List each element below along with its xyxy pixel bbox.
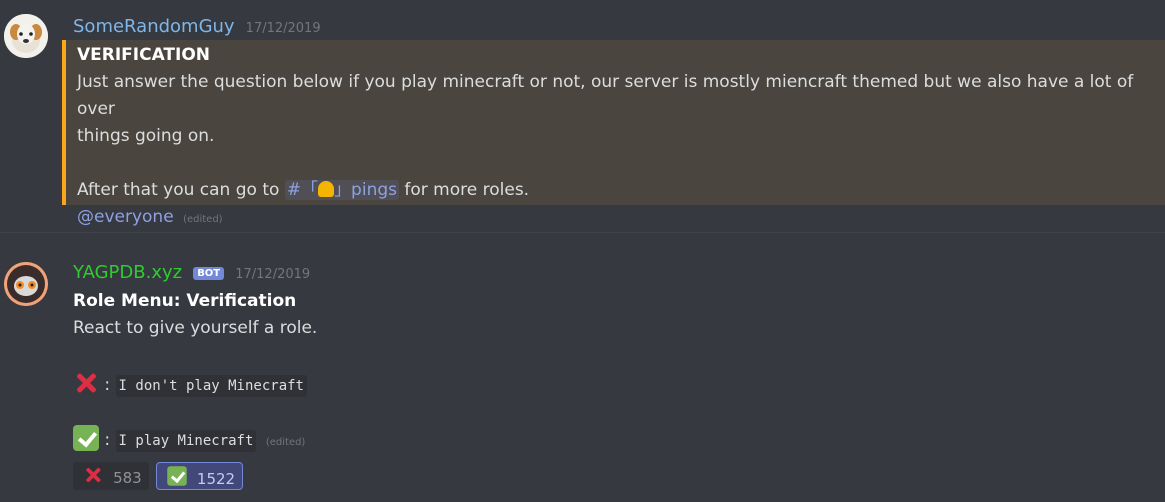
channel-link-pings[interactable]: #「 」pings bbox=[284, 180, 399, 200]
channel-prefix: #「 bbox=[286, 180, 319, 200]
role-label: I play Minecraft bbox=[115, 430, 257, 452]
message-title: VERIFICATION bbox=[77, 45, 211, 65]
reaction-check[interactable]: 1522 bbox=[155, 462, 244, 490]
message-line: things going on. bbox=[77, 126, 215, 146]
mention-highlight: VERIFICATION Just answer the question be… bbox=[62, 40, 1165, 227]
check-mark-icon bbox=[167, 466, 187, 486]
message-content: Role Menu: Verification React to give yo… bbox=[73, 288, 317, 452]
avatar[interactable] bbox=[4, 262, 48, 306]
dog-avatar-icon bbox=[4, 14, 48, 58]
everyone-mention[interactable]: @everyone bbox=[77, 207, 174, 227]
edited-label: (edited) bbox=[265, 437, 306, 448]
message-text: for more roles. bbox=[404, 180, 530, 200]
username[interactable]: SomeRandomGuy bbox=[73, 16, 235, 37]
bot-badge: BOT bbox=[193, 267, 225, 280]
message-text: After that you can go to bbox=[77, 180, 280, 200]
message-content: VERIFICATION Just answer the question be… bbox=[77, 42, 1145, 233]
reaction-cross[interactable]: 583 bbox=[73, 462, 149, 490]
edited-label: (edited) bbox=[183, 214, 223, 225]
option-colon: : bbox=[104, 430, 111, 450]
bot-avatar-icon bbox=[4, 262, 48, 306]
cross-mark-icon bbox=[83, 465, 103, 485]
option-colon: : bbox=[104, 375, 111, 395]
message-header: SomeRandomGuy 17/12/2019 bbox=[73, 16, 321, 37]
message-divider bbox=[0, 232, 1165, 233]
timestamp: 17/12/2019 bbox=[245, 21, 321, 36]
bell-icon bbox=[318, 181, 335, 197]
message-line: Just answer the question below if you pl… bbox=[77, 72, 1134, 119]
cross-mark-icon bbox=[73, 370, 99, 396]
message-title: Role Menu: Verification bbox=[73, 291, 297, 311]
reaction-count: 1522 bbox=[196, 470, 236, 488]
role-option: : I play Minecraft (edited) bbox=[73, 425, 317, 452]
username[interactable]: YAGPDB.xyz bbox=[73, 262, 182, 283]
role-option: : I don't play Minecraft bbox=[73, 370, 317, 397]
reactions: 583 1522 bbox=[73, 462, 245, 490]
reaction-count: 583 bbox=[113, 469, 142, 487]
avatar[interactable] bbox=[4, 14, 48, 58]
timestamp: 17/12/2019 bbox=[235, 267, 311, 282]
channel-suffix: 」pings bbox=[334, 180, 397, 200]
message-line: React to give yourself a role. bbox=[73, 318, 318, 338]
message-header: YAGPDB.xyz BOT 17/12/2019 bbox=[73, 262, 310, 283]
check-mark-icon bbox=[73, 425, 99, 451]
role-label: I don't play Minecraft bbox=[115, 375, 307, 397]
